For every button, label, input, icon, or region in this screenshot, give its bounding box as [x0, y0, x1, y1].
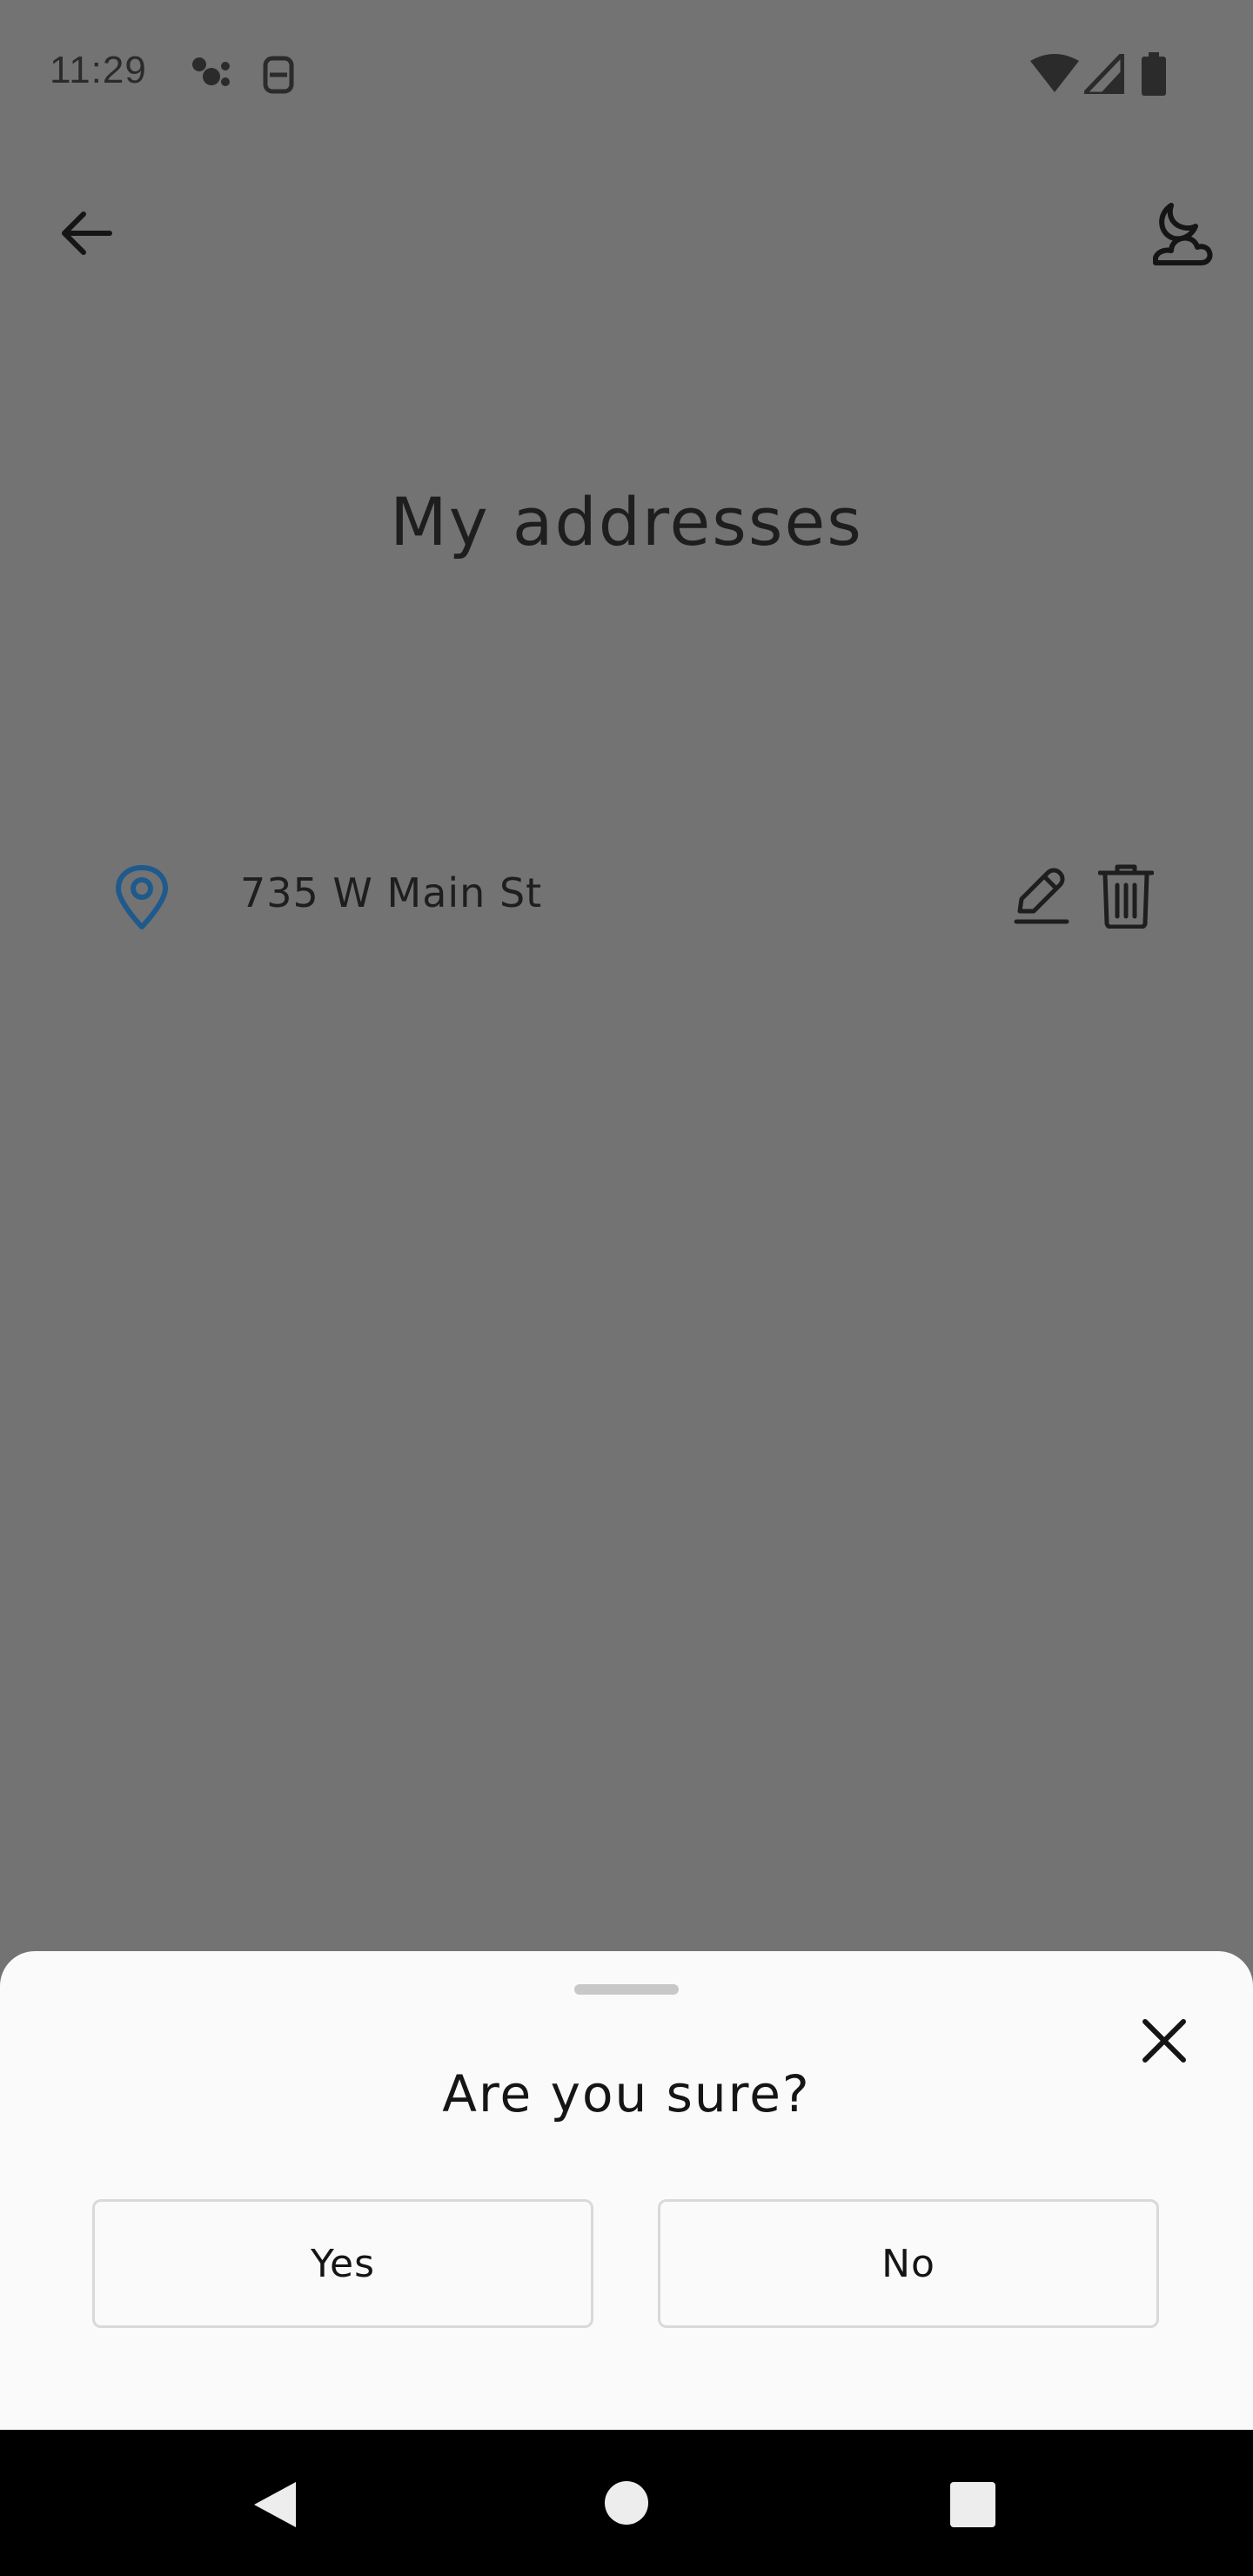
address-list-item[interactable]: 735 W Main St [96, 849, 1175, 944]
home-circle-icon[interactable] [604, 2480, 649, 2526]
theme-toggle-icon[interactable] [1145, 198, 1215, 268]
signal-icon [1084, 54, 1124, 94]
trash-icon[interactable] [1098, 864, 1154, 929]
status-bar: 11:29 [0, 0, 1253, 148]
page-title: My addresses [390, 483, 863, 560]
recents-square-icon[interactable] [950, 2482, 995, 2527]
location-pin-icon [116, 865, 168, 929]
assistant-dots-icon [192, 57, 230, 86]
sim-icon [263, 56, 294, 94]
system-navigation-bar [0, 2430, 1253, 2576]
wifi-icon [1030, 54, 1079, 92]
no-button[interactable]: No [658, 2199, 1159, 2328]
battery-icon [1142, 52, 1166, 96]
back-arrow-icon[interactable] [57, 209, 113, 258]
edit-icon[interactable] [1011, 866, 1072, 927]
confirm-bottom-sheet [0, 1951, 1253, 2430]
yes-button[interactable]: Yes [92, 2199, 593, 2328]
close-icon[interactable] [1138, 2015, 1190, 2067]
status-time: 11:29 [50, 49, 147, 91]
dialog-title: Are you sure? [442, 2064, 811, 2123]
back-triangle-icon[interactable] [251, 2479, 299, 2531]
address-text: 735 W Main St [240, 869, 543, 916]
sheet-drag-handle[interactable] [574, 1984, 679, 1995]
